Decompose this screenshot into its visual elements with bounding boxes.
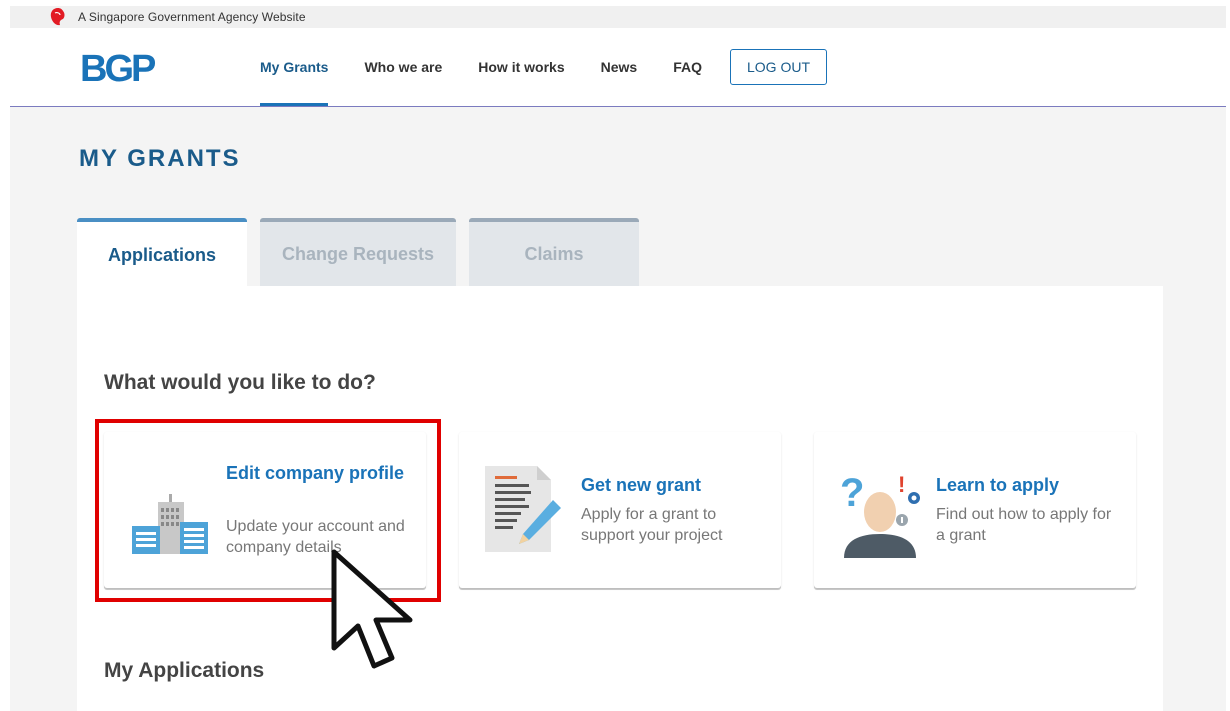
main-nav: My Grants Who we are How it works News F… [260, 28, 827, 106]
lion-head-icon [48, 6, 72, 28]
card-description: Apply for a grant to support your projec… [581, 506, 723, 544]
tab-claims[interactable]: Claims [469, 218, 639, 286]
get-new-grant-card[interactable]: Get new grant Apply for a grant to suppo… [459, 432, 781, 588]
tab-applications[interactable]: Applications [77, 218, 247, 288]
svg-text:?: ? [840, 471, 864, 515]
learn-to-apply-card[interactable]: ? ! Learn to apply Find out how to apply… [814, 432, 1136, 588]
logout-button[interactable]: LOG OUT [729, 49, 827, 85]
nav-faq[interactable]: FAQ [673, 28, 702, 106]
svg-text:!: ! [898, 472, 905, 497]
card-description: Find out how to apply for a grant [936, 506, 1112, 544]
gov-masthead: A Singapore Government Agency Website [10, 6, 1226, 28]
my-applications-heading: My Applications [104, 659, 265, 682]
tab-change-requests[interactable]: Change Requests [260, 218, 456, 286]
bgp-logo[interactable]: BGP [80, 48, 156, 91]
question-heading: What would you like to do? [104, 371, 376, 394]
page-title: MY GRANTS [79, 145, 241, 172]
site-header: BGP My Grants Who we are How it works Ne… [10, 28, 1226, 107]
question-person-icon: ? ! [840, 462, 920, 558]
nav-news[interactable]: News [601, 28, 638, 106]
nav-who-we-are[interactable]: Who we are [364, 28, 442, 106]
document-pencil-icon [485, 462, 565, 558]
card-title: Learn to apply [936, 475, 1060, 495]
nav-my-grants[interactable]: My Grants [260, 28, 329, 106]
card-title: Get new grant [581, 475, 702, 495]
nav-how-it-works[interactable]: How it works [478, 28, 564, 106]
masthead-text: A Singapore Government Agency Website [78, 10, 306, 24]
mouse-cursor-icon [330, 548, 420, 670]
